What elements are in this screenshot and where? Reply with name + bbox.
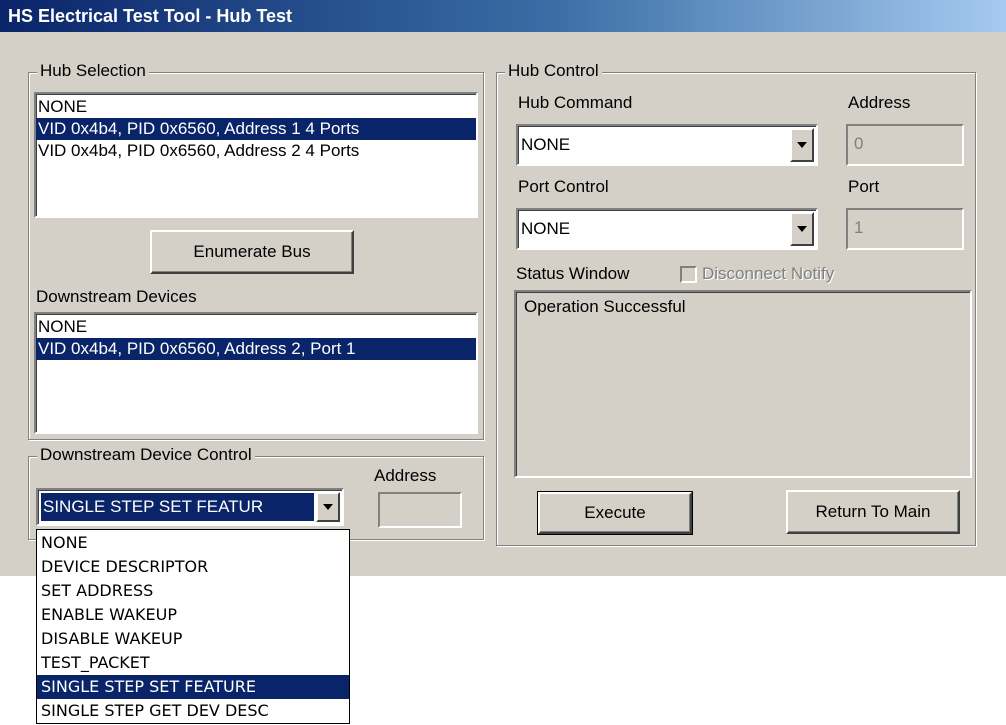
downstream-devices-label: Downstream Devices [36, 287, 197, 306]
hub-list[interactable]: NONE VID 0x4b4, PID 0x6560, Address 1 4 … [34, 92, 478, 218]
downstream-command-dropdown-list[interactable]: NONE DEVICE DESCRIPTOR SET ADDRESS ENABL… [36, 529, 350, 724]
chevron-down-icon[interactable] [790, 212, 814, 246]
hub-control-label: Hub Control [505, 61, 602, 81]
hub-command-label: Hub Command [518, 93, 633, 112]
hub-list-item[interactable]: NONE [36, 96, 476, 118]
dropdown-option[interactable]: DEVICE DESCRIPTOR [37, 555, 349, 579]
status-window: Operation Successful [514, 290, 972, 478]
downstream-command-select[interactable]: SINGLE STEP SET FEATUR [36, 488, 344, 526]
downstream-devices-list[interactable]: NONE VID 0x4b4, PID 0x6560, Address 2, P… [34, 312, 478, 434]
status-window-label: Status Window [516, 264, 630, 283]
downstream-list-item[interactable]: NONE [36, 316, 476, 338]
status-text: Operation Successful [524, 297, 686, 316]
hub-list-item-selected[interactable]: VID 0x4b4, PID 0x6560, Address 1 4 Ports [36, 118, 476, 140]
dropdown-option[interactable]: DISABLE WAKEUP [37, 627, 349, 651]
hub-address-field: 0 [846, 124, 964, 166]
dropdown-option[interactable]: SET ADDRESS [37, 579, 349, 603]
dropdown-option[interactable]: SINGLE STEP GET DEV DESC [37, 699, 349, 723]
chevron-down-icon[interactable] [790, 128, 814, 162]
dropdown-option-selected[interactable]: SINGLE STEP SET FEATURE [37, 675, 349, 699]
execute-button[interactable]: Execute [537, 491, 693, 535]
downstream-command-value: SINGLE STEP SET FEATUR [41, 493, 314, 521]
chevron-down-icon[interactable] [316, 492, 340, 522]
disconnect-notify-checkbox [680, 266, 697, 283]
port-control-select[interactable]: NONE [516, 208, 818, 250]
hub-address-label: Address [848, 93, 911, 112]
port-label: Port [848, 177, 880, 196]
port-control-value: NONE [521, 219, 571, 238]
downstream-list-item-selected[interactable]: VID 0x4b4, PID 0x6560, Address 2, Port 1 [36, 338, 476, 360]
downstream-device-control-label: Downstream Device Control [37, 445, 255, 465]
disconnect-notify-label: Disconnect Notify [702, 264, 835, 283]
dropdown-option[interactable]: TEST_PACKET [37, 651, 349, 675]
dropdown-option[interactable]: NONE [37, 531, 349, 555]
port-control-label: Port Control [518, 177, 609, 196]
dropdown-option[interactable]: ENABLE WAKEUP [37, 603, 349, 627]
hub-selection-label: Hub Selection [37, 61, 149, 81]
return-to-main-button[interactable]: Return To Main [786, 490, 960, 534]
downstream-address-field [378, 492, 462, 528]
enumerate-bus-button[interactable]: Enumerate Bus [150, 230, 354, 274]
port-field: 1 [846, 208, 964, 250]
window-title: HS Electrical Test Tool - Hub Test [0, 0, 1006, 32]
downstream-address-label: Address [374, 466, 437, 485]
hub-command-select[interactable]: NONE [516, 124, 818, 166]
hub-test-window: HS Electrical Test Tool - Hub Test Hub S… [0, 0, 1006, 576]
hub-command-value: NONE [521, 135, 571, 154]
hub-list-item[interactable]: VID 0x4b4, PID 0x6560, Address 2 4 Ports [36, 140, 476, 162]
